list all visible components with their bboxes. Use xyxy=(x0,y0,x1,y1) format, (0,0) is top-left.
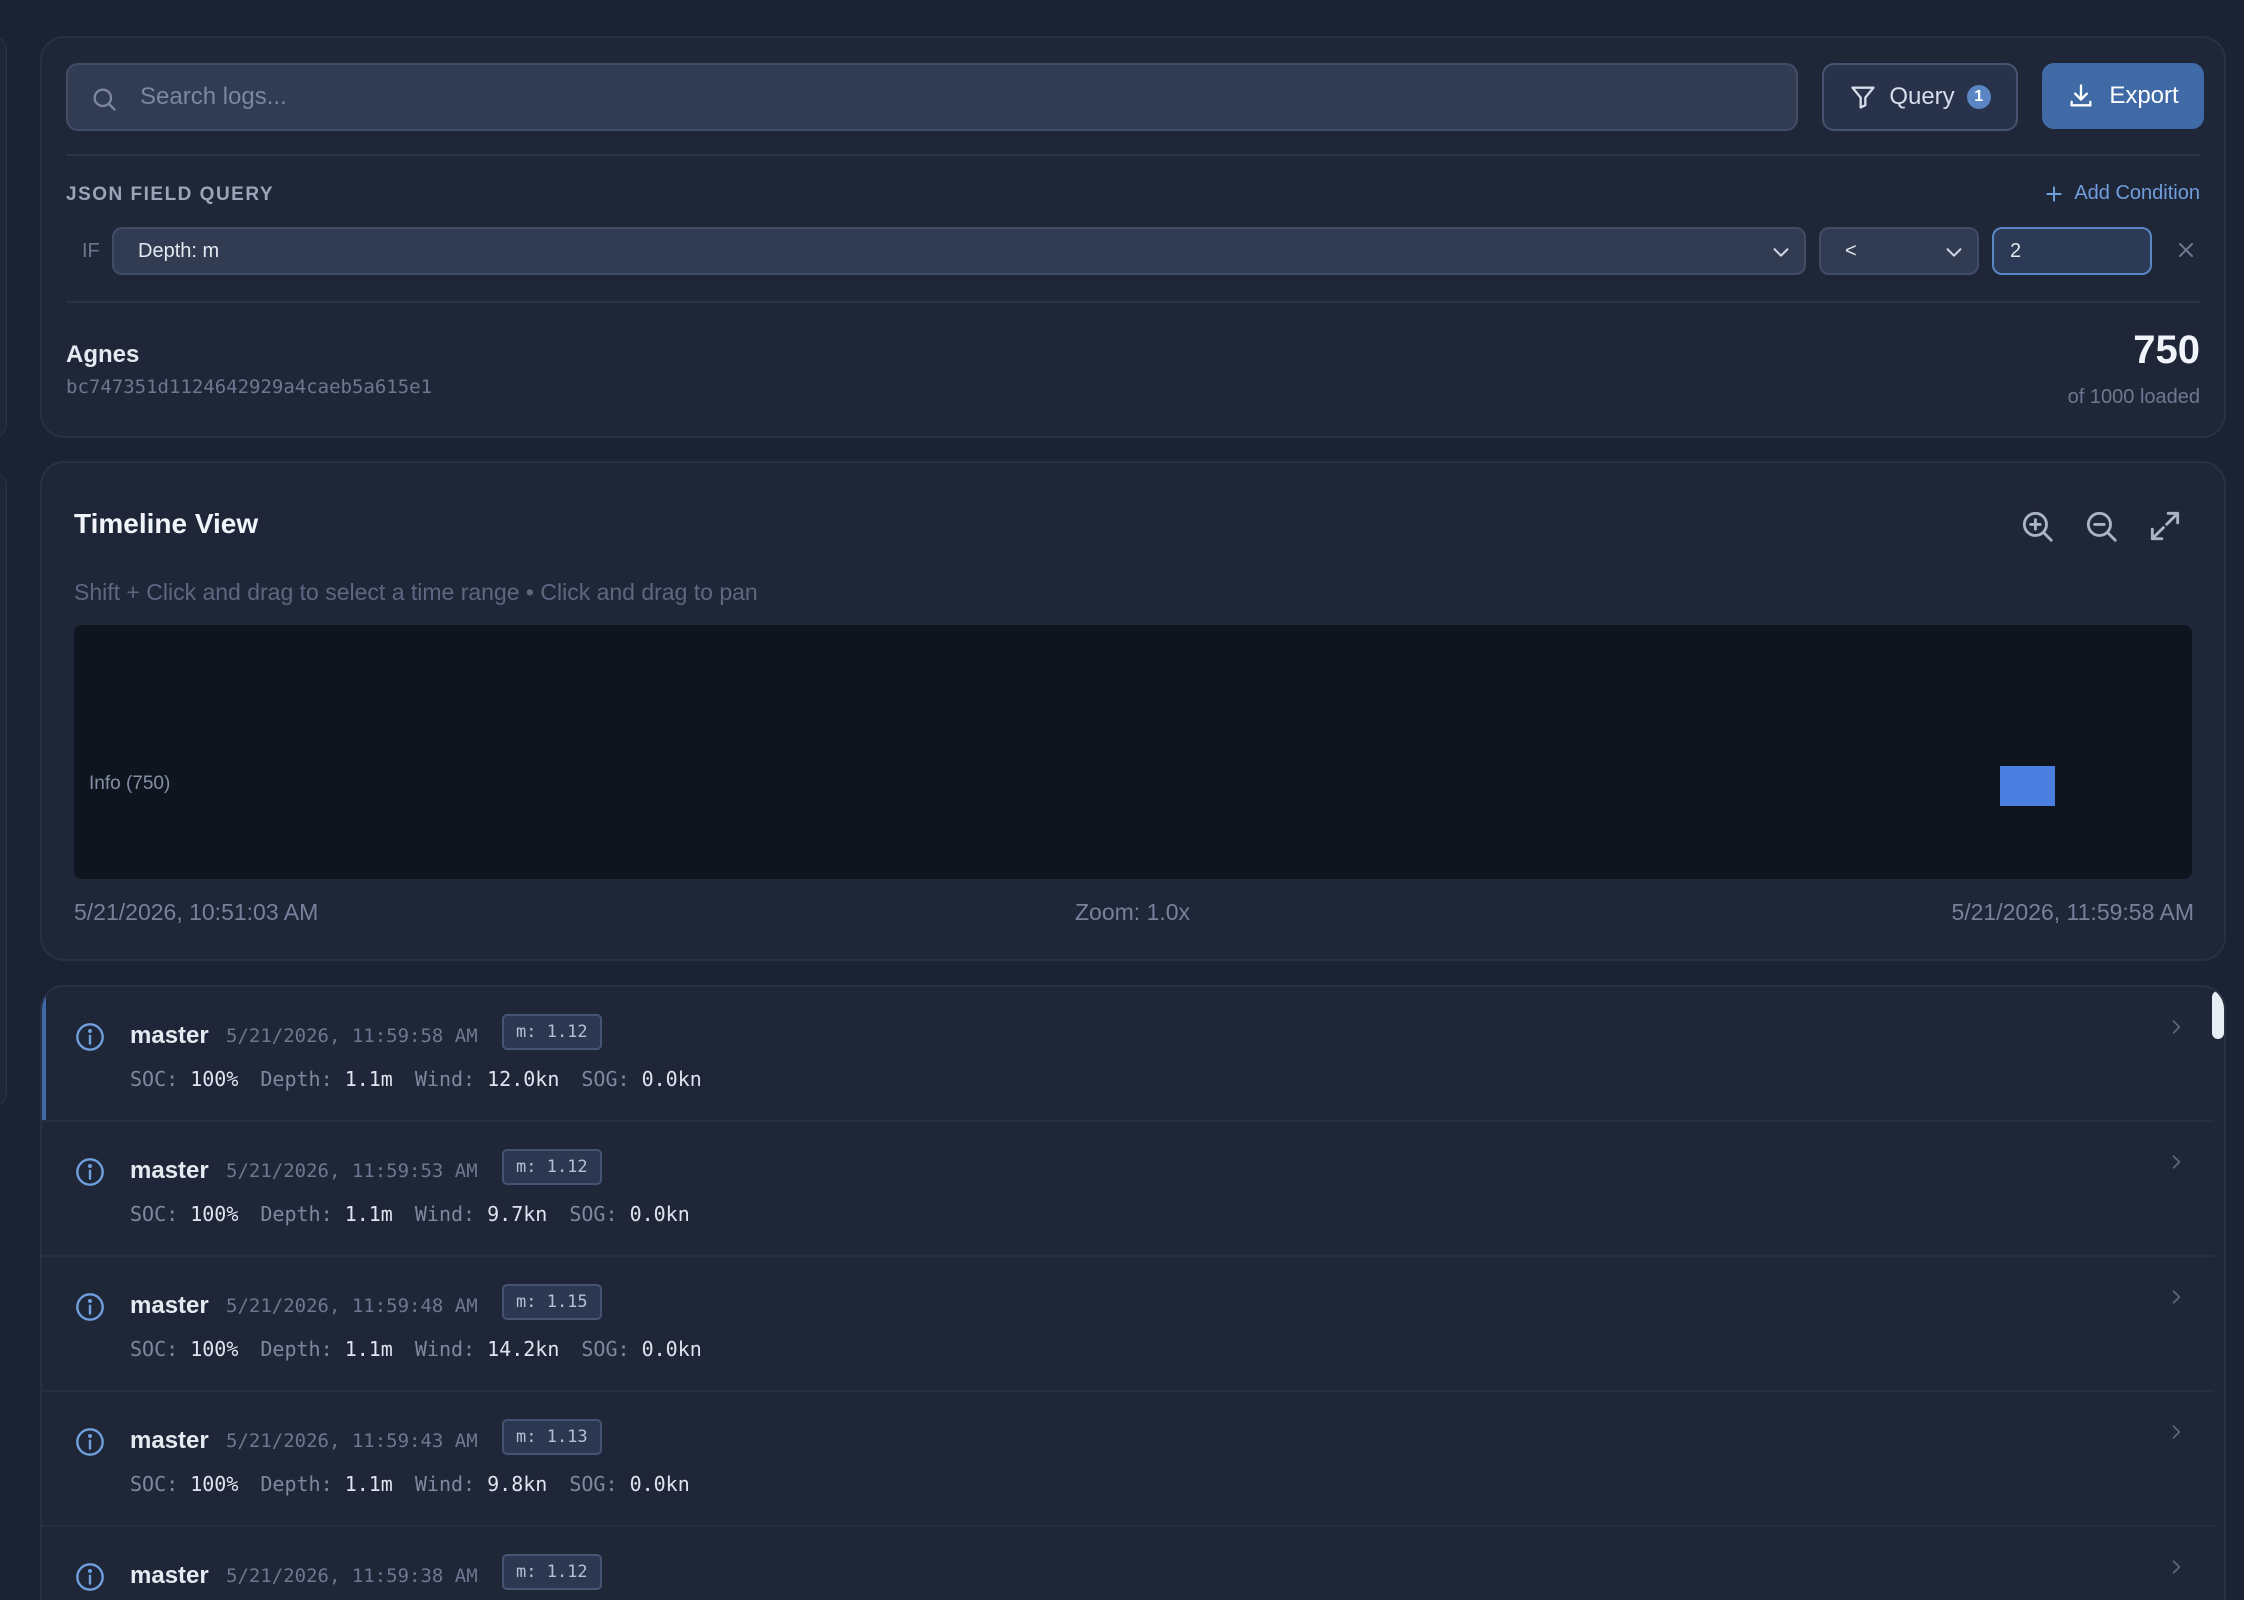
log-field-sog: SOG: 0.0kn xyxy=(569,1202,690,1226)
source-id: bc747351d1124642929a4caeb5a615e1 xyxy=(66,376,433,398)
operator-select-value: < xyxy=(1845,239,1857,262)
search-box xyxy=(66,63,1798,131)
log-list: master 5/21/2026, 11:59:58 AM m: 1.12 SOC: … xyxy=(40,985,2226,1600)
json-query-title: JSON FIELD QUERY xyxy=(66,184,275,205)
info-icon xyxy=(76,1293,104,1321)
info-icon xyxy=(76,1563,104,1591)
log-source: master xyxy=(130,1022,209,1049)
search-query-card: Query 1 Export JSON FIELD QUERY Add Cond… xyxy=(40,36,2226,438)
info-icon xyxy=(76,1158,104,1186)
field-select[interactable]: Depth: m xyxy=(112,227,1806,275)
log-row[interactable]: master 5/21/2026, 11:59:58 AM m: 1.12 SOC: … xyxy=(42,987,2214,1122)
operator-select[interactable]: < xyxy=(1819,227,1979,275)
log-tag: m: 1.13 xyxy=(502,1419,602,1455)
log-field-sog: SOG: 0.0kn xyxy=(569,1472,690,1496)
chevron-down-icon xyxy=(1946,248,1962,257)
search-icon xyxy=(93,88,116,111)
log-fields: SOC: 100% Depth: 1.1m Wind: 12.0kn SOG: 0.0… xyxy=(130,1067,702,1091)
timeline-title: Timeline View xyxy=(74,508,259,539)
left-panel-edge xyxy=(0,472,7,1107)
export-button-label: Export xyxy=(2109,82,2179,109)
chevron-right-icon xyxy=(2172,1155,2181,1169)
filter-icon xyxy=(1851,86,1875,109)
chevron-down-icon xyxy=(1773,248,1789,257)
log-field-soc: SOC: 100% xyxy=(130,1202,239,1226)
add-condition-button[interactable]: Add Condition xyxy=(2044,182,2200,205)
log-field-depth: Depth: 1.1m xyxy=(260,1337,393,1361)
log-field-depth: Depth: 1.1m xyxy=(260,1472,393,1496)
search-input[interactable] xyxy=(140,65,1760,129)
value-input[interactable] xyxy=(1992,227,2152,275)
log-timestamp: 5/21/2026, 11:59:58 AM xyxy=(226,1025,478,1047)
timeline-end-time: 5/21/2026, 11:59:58 AM xyxy=(1951,899,2194,925)
log-field-wind: Wind: 12.0kn xyxy=(414,1067,560,1091)
timeline-bar[interactable] xyxy=(2000,766,2055,806)
log-row[interactable]: master 5/21/2026, 11:59:53 AM m: 1.12 SOC: … xyxy=(42,1122,2214,1257)
timeline-canvas[interactable]: Info (750) xyxy=(74,625,2192,879)
expand-icon[interactable] xyxy=(2146,507,2184,545)
loaded-count: of 1000 loaded xyxy=(2067,386,2200,408)
log-source: master xyxy=(130,1562,209,1589)
plus-icon xyxy=(2046,185,2063,202)
zoom-out-icon[interactable] xyxy=(2082,507,2120,545)
log-field-sog: SOG: 0.0kn xyxy=(581,1337,702,1361)
log-field-depth: Depth: 1.1m xyxy=(260,1067,393,1091)
log-field-wind: Wind: 14.2kn xyxy=(414,1337,560,1361)
log-field-wind: Wind: 9.7kn xyxy=(414,1202,548,1226)
log-timestamp: 5/21/2026, 11:59:43 AM xyxy=(226,1430,478,1452)
left-panel-edge xyxy=(0,36,7,438)
if-label: IF xyxy=(82,240,100,262)
info-icon xyxy=(76,1428,104,1456)
query-button[interactable]: Query 1 xyxy=(1822,63,2018,131)
timeline-zoom-level: Zoom: 1.0x xyxy=(1075,899,1191,925)
log-source: master xyxy=(130,1292,209,1319)
query-count-badge: 1 xyxy=(1966,85,1991,109)
zoom-in-icon[interactable] xyxy=(2018,507,2056,545)
log-timestamp: 5/21/2026, 11:59:53 AM xyxy=(226,1160,478,1182)
timeline-card: Timeline View Shift + Click and drag to … xyxy=(40,461,2226,961)
log-fields: SOC: 100% Depth: 1.1m Wind: 9.8kn SOG: 0.0k… xyxy=(130,1472,690,1496)
log-source: master xyxy=(130,1427,209,1454)
log-timestamp: 5/21/2026, 11:59:48 AM xyxy=(226,1295,478,1317)
log-timestamp: 5/21/2026, 11:59:38 AM xyxy=(226,1565,478,1587)
log-fields: SOC: 100% Depth: 1.1m Wind: 14.2kn SOG: 0.0… xyxy=(130,1337,702,1361)
chevron-right-icon xyxy=(2172,1020,2181,1034)
add-condition-label: Add Condition xyxy=(2074,182,2200,204)
log-fields: SOC: 100% Depth: 1.1m Wind: 9.7kn SOG: 0.0k… xyxy=(130,1202,690,1226)
timeline-start-time: 5/21/2026, 10:51:03 AM xyxy=(74,899,319,925)
divider xyxy=(66,154,2200,156)
divider xyxy=(66,301,2200,303)
timeline-tools xyxy=(2018,507,2184,545)
log-row[interactable]: master 5/21/2026, 11:59:43 AM m: 1.13 SOC: … xyxy=(42,1392,2214,1527)
log-source: master xyxy=(130,1157,209,1184)
source-name: Agnes xyxy=(66,341,140,368)
chevron-right-icon xyxy=(2172,1290,2181,1304)
log-tag: m: 1.15 xyxy=(502,1284,602,1320)
remove-condition-icon[interactable] xyxy=(2174,238,2198,262)
log-row[interactable]: master 5/21/2026, 11:59:48 AM m: 1.15 SOC: … xyxy=(42,1257,2214,1392)
log-tag: m: 1.12 xyxy=(502,1149,602,1185)
log-field-soc: SOC: 100% xyxy=(130,1337,239,1361)
info-icon xyxy=(76,1023,104,1051)
download-icon xyxy=(2070,84,2092,107)
log-field-depth: Depth: 1.1m xyxy=(260,1202,393,1226)
query-button-label: Query xyxy=(1889,83,1955,110)
export-button[interactable]: Export xyxy=(2042,63,2204,129)
log-field-wind: Wind: 9.8kn xyxy=(414,1472,548,1496)
log-tag: m: 1.12 xyxy=(502,1014,602,1050)
log-tag: m: 1.12 xyxy=(502,1554,602,1590)
timeline-series-label: Info (750) xyxy=(89,773,171,794)
log-row[interactable]: master 5/21/2026, 11:59:38 AM m: 1.12 xyxy=(42,1527,2214,1600)
field-select-value: Depth: m xyxy=(138,239,220,262)
timeline-hint: Shift + Click and drag to select a time … xyxy=(74,579,758,605)
matched-count: 750 xyxy=(2133,328,2200,372)
log-field-sog: SOG: 0.0kn xyxy=(581,1067,702,1091)
chevron-right-icon xyxy=(2172,1560,2181,1574)
log-field-soc: SOC: 100% xyxy=(130,1472,239,1496)
chevron-right-icon xyxy=(2172,1425,2181,1439)
log-field-soc: SOC: 100% xyxy=(130,1067,239,1091)
